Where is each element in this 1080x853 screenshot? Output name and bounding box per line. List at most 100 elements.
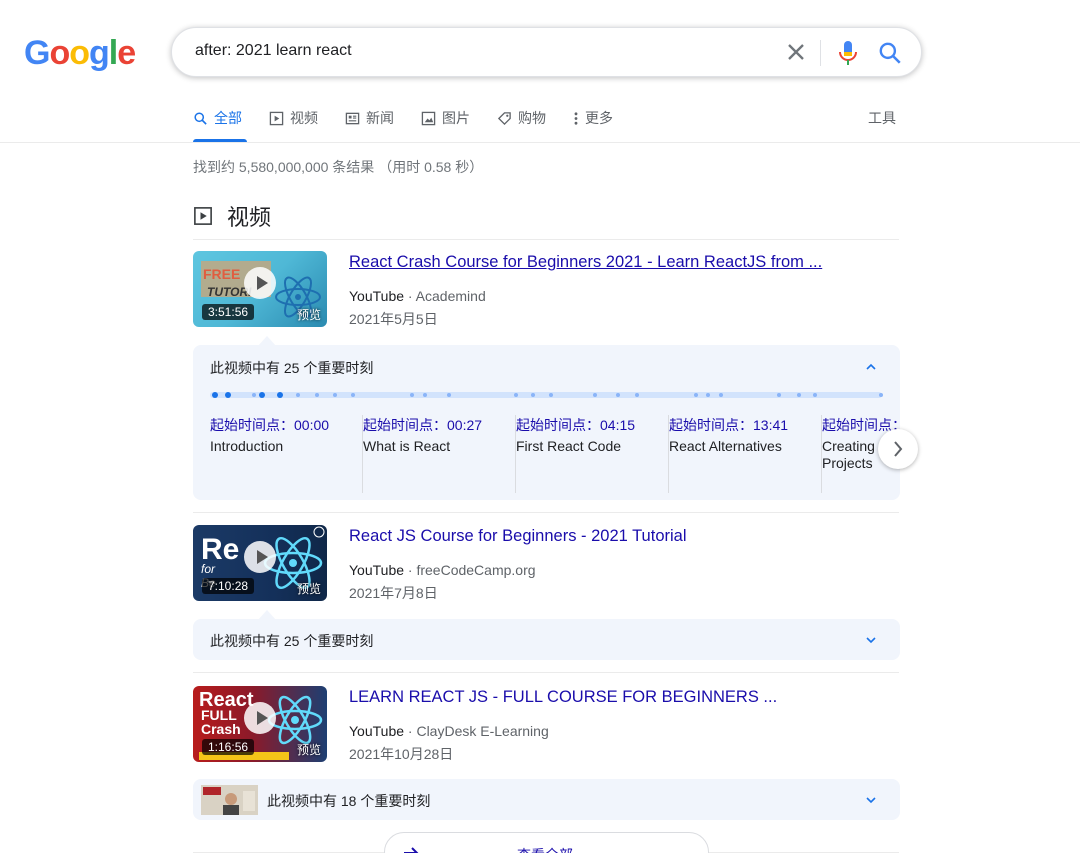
- moment-time: 起始时间点：13:41: [669, 415, 821, 435]
- video-thumbnail[interactable]: React FULL Crash 1:16:56 预览: [193, 686, 327, 762]
- timeline-marker[interactable]: [635, 393, 639, 397]
- video-result: FREE TUTORI 3:51:56 预览 React Crash Cours…: [193, 251, 899, 331]
- moment-label: First React Code: [516, 438, 636, 455]
- key-moments-panel[interactable]: 此视频中有 25 个重要时刻: [193, 619, 900, 660]
- timeline-marker[interactable]: [719, 393, 723, 397]
- video-date: 2021年5月5日: [349, 309, 438, 329]
- key-moment-item[interactable]: 起始时间点：04:15 First React Code: [516, 415, 669, 493]
- news-icon: [345, 111, 360, 126]
- header-divider: [0, 142, 1080, 143]
- timeline-marker[interactable]: [296, 393, 300, 397]
- tab-news[interactable]: 新闻: [345, 108, 394, 128]
- timeline-marker[interactable]: [252, 393, 256, 397]
- timeline-marker[interactable]: [549, 393, 553, 397]
- video-icon: [193, 206, 213, 226]
- video-title-link[interactable]: React Crash Course for Beginners 2021 - …: [349, 253, 822, 272]
- next-moments-button[interactable]: [878, 429, 918, 469]
- channel-name: · Academind: [404, 288, 486, 304]
- search-icon[interactable]: [877, 40, 903, 66]
- timeline-marker[interactable]: [797, 393, 801, 397]
- logo-letter: o: [49, 34, 69, 73]
- see-all-button[interactable]: 查看全部: [384, 832, 709, 853]
- timeline-marker[interactable]: [879, 393, 883, 397]
- preview-label[interactable]: 预览: [297, 580, 321, 597]
- moment-time: 起始时间点：00:00: [210, 415, 362, 435]
- logo-letter: e: [117, 34, 135, 73]
- tab-label: 视频: [290, 108, 318, 128]
- key-moments-title[interactable]: 此视频中有 25 个重要时刻: [210, 631, 373, 651]
- key-moment-item[interactable]: 起始时间点：00:27 What is React: [363, 415, 516, 493]
- tab-label: 更多: [585, 108, 613, 128]
- microphone-icon[interactable]: [836, 39, 860, 67]
- search-box[interactable]: after: 2021 learn react: [171, 27, 922, 77]
- clear-icon[interactable]: [782, 38, 810, 66]
- key-moment-item[interactable]: 起始时间点：00:00 Introduction: [210, 415, 363, 493]
- logo-letter: g: [89, 34, 109, 73]
- video-source: YouTube · Academind: [349, 288, 486, 304]
- timeline-marker[interactable]: [694, 393, 698, 397]
- video-duration: 7:10:28: [202, 578, 254, 594]
- chevron-up-icon[interactable]: [864, 360, 878, 374]
- channel-name: · ClayDesk E-Learning: [404, 723, 549, 739]
- tab-videos[interactable]: 视频: [269, 108, 318, 128]
- moment-label: What is React: [363, 438, 483, 455]
- timeline-marker[interactable]: [212, 392, 218, 398]
- search-divider: [820, 40, 821, 66]
- play-icon[interactable]: [244, 541, 276, 573]
- preview-label[interactable]: 预览: [297, 306, 321, 323]
- timeline-marker[interactable]: [351, 393, 355, 397]
- timeline-track[interactable]: [210, 392, 882, 398]
- tag-icon: [497, 111, 512, 126]
- moment-time: 起始时间点：00:27: [363, 415, 515, 435]
- tab-more[interactable]: 更多: [573, 108, 613, 128]
- timeline-marker[interactable]: [277, 392, 283, 398]
- video-thumbnail[interactable]: FREE TUTORI 3:51:56 预览: [193, 251, 327, 327]
- key-moments-panel[interactable]: 此视频中有 18 个重要时刻: [193, 779, 900, 820]
- section-title-text: 视频: [227, 200, 271, 232]
- tools-button[interactable]: 工具: [868, 108, 896, 128]
- chevron-down-icon[interactable]: [864, 633, 878, 647]
- tab-all[interactable]: 全部: [193, 108, 242, 128]
- chevron-down-icon[interactable]: [864, 793, 878, 807]
- play-icon[interactable]: [244, 702, 276, 734]
- timeline-marker[interactable]: [315, 393, 319, 397]
- result-stats: 找到约 5,580,000,000 条结果 （用时 0.58 秒）: [193, 157, 483, 177]
- tab-images[interactable]: 图片: [421, 108, 470, 128]
- timeline-marker[interactable]: [514, 393, 518, 397]
- video-title-link[interactable]: LEARN REACT JS - FULL COURSE FOR BEGINNE…: [349, 688, 777, 707]
- section-divider: [193, 239, 899, 240]
- preview-label[interactable]: 预览: [297, 741, 321, 758]
- svg-text:Crash: Crash: [201, 721, 241, 737]
- play-icon[interactable]: [244, 267, 276, 299]
- platform-name: YouTube: [349, 562, 404, 578]
- timeline-marker[interactable]: [593, 393, 597, 397]
- key-moment-item[interactable]: 起始时间点：13:41 React Alternatives: [669, 415, 822, 493]
- timeline-marker[interactable]: [423, 393, 427, 397]
- timeline-marker[interactable]: [616, 393, 620, 397]
- timeline-marker[interactable]: [259, 392, 265, 398]
- timeline-marker[interactable]: [777, 393, 781, 397]
- google-logo[interactable]: Google: [24, 34, 135, 73]
- search-input[interactable]: after: 2021 learn react: [195, 42, 352, 60]
- image-icon: [421, 111, 436, 126]
- video-thumbnail[interactable]: Re for Be 7:10:28 预览: [193, 525, 327, 601]
- key-moments-title[interactable]: 此视频中有 18 个重要时刻: [267, 791, 430, 811]
- key-moments-list: 起始时间点：00:00 Introduction 起始时间点：00:27 Wha…: [210, 415, 900, 493]
- timeline-marker[interactable]: [225, 392, 231, 398]
- result-divider: [193, 512, 899, 513]
- svg-text:for: for: [201, 562, 216, 576]
- tab-label: 购物: [518, 108, 546, 128]
- tab-shopping[interactable]: 购物: [497, 108, 546, 128]
- timeline-marker[interactable]: [813, 393, 817, 397]
- key-moments-title[interactable]: 此视频中有 25 个重要时刻: [210, 358, 373, 378]
- timeline-marker[interactable]: [333, 393, 337, 397]
- platform-name: YouTube: [349, 723, 404, 739]
- timeline-marker[interactable]: [531, 393, 535, 397]
- timeline-marker[interactable]: [410, 393, 414, 397]
- timeline-marker[interactable]: [706, 393, 710, 397]
- search-icon: [193, 111, 208, 126]
- video-result: Re for Be 7:10:28 预览 React JS Course for…: [193, 525, 899, 605]
- timeline-marker[interactable]: [447, 393, 451, 397]
- chevron-right-icon: [878, 429, 918, 469]
- video-title-link[interactable]: React JS Course for Beginners - 2021 Tut…: [349, 527, 687, 546]
